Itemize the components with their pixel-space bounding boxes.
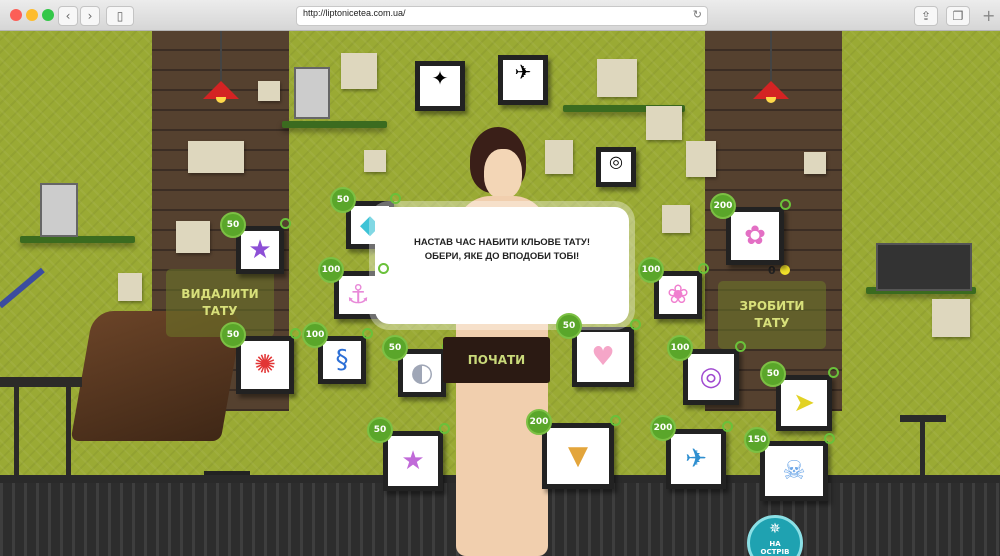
island-label-line2: ОСТРІВ [760,548,790,556]
sticky-note [258,81,280,101]
decor-frame: ✈ [498,55,548,105]
price-badge: 100 [302,322,328,348]
side-table-leg [920,421,925,481]
frame-marker-dot [362,328,373,339]
character-head [484,149,522,199]
new-tab-icon[interactable]: + [982,6,995,25]
sticky-note [341,53,377,89]
address-bar[interactable]: http://liptonicetea.com.ua/ ↻ [296,6,708,26]
tattoo-crab[interactable]: ✺ [236,336,294,394]
dialog-line2: ОБЕРИ, ЯКЕ ДО ВПОДОБИ ТОБІ! [424,251,580,262]
decor-frame: ◎ [596,147,636,187]
tattoo-shell[interactable]: ◐ [398,349,446,397]
to-island-button[interactable]: ✵ НА ОСТРІВ [747,515,803,556]
remove-label-line2: ТАТУ [202,304,238,318]
price-badge: 50 [382,335,408,361]
forward-icon[interactable]: › [80,6,100,26]
price-badge: 100 [638,257,664,283]
stereo-icon [876,243,972,291]
frame-marker-dot [439,423,450,434]
coin-icon [780,265,790,275]
island-label-line1: НА [769,540,781,548]
make-label-line2: ТАТУ [754,316,790,330]
tattoo-star-blue[interactable]: ★ [236,226,284,274]
price-badge: 200 [526,409,552,435]
zoom-window-button[interactable] [42,9,54,21]
frame-marker-dot [735,341,746,352]
desk-leg [66,387,71,477]
tattoo-heart-banner[interactable]: ♥ [572,327,634,387]
frame-marker-dot [630,319,641,330]
tattoo-studio-scene: ✦ ✈ ◎ ВИДАЛИТИ ТАТУ ЗРОБИТИ ТАТУ 0 ★ 50 ◆ 50 ⚓… [0,31,1000,556]
sticky-note [188,141,244,173]
frame-marker-dot [722,421,733,432]
sticky-note [364,150,386,172]
intro-dialog: НАСТАВ ЧАС НАБИТИ КЛЬОВЕ ТАТУ! ОБЕРИ, ЯК… [375,207,629,324]
price-badge: 50 [330,187,356,213]
speaker-icon [40,183,78,237]
minimize-window-button[interactable] [26,9,38,21]
desk-lamp [0,267,45,309]
sticky-note [804,152,826,174]
frame-marker-dot [610,415,621,426]
back-icon[interactable]: ‹ [58,6,78,26]
frame-marker-dot [828,367,839,378]
coin-counter: 0 [768,264,776,277]
tattoo-lollipop[interactable]: ◎ [683,349,739,405]
frame-marker-dot [824,433,835,444]
frame-marker-dot [378,263,389,274]
decor-frame: ✦ [415,61,465,111]
tattoo-rose[interactable]: ✿ [726,207,784,265]
price-badge: 200 [650,415,676,441]
price-badge: 200 [710,193,736,219]
price-badge: 150 [744,427,770,453]
price-badge: 100 [318,257,344,283]
price-badge: 50 [556,313,582,339]
desk-top [0,377,82,387]
tattoo-flowers[interactable]: ❀ [654,271,702,319]
frame-marker-dot [290,328,301,339]
make-tattoo-button[interactable]: ЗРОБИТИ ТАТУ [718,281,826,349]
tattoo-swallow[interactable]: ✈ [666,429,726,489]
tattoo-skull[interactable]: ☠ [760,441,828,501]
frame-marker-dot [280,218,291,229]
sticky-note [545,140,573,174]
tabs-icon[interactable]: ❐ [946,6,970,26]
frame-marker-dot [698,263,709,274]
frame-marker-dot [390,193,401,204]
shelf [20,236,135,243]
make-label-line1: ЗРОБИТИ [739,299,805,313]
shelf [282,121,387,128]
dialog-line1: НАСТАВ ЧАС НАБИТИ КЛЬОВЕ ТАТУ! [414,237,590,248]
browser-toolbar: ‹ › ▯ http://liptonicetea.com.ua/ ↻ ⇪ ❐ … [0,0,1000,31]
sidebar-icon[interactable]: ▯ [106,6,134,26]
desk-leg [14,387,19,477]
sticky-note [662,205,690,233]
tattoo-starfish[interactable]: ★ [383,431,443,491]
remove-label-line1: ВИДАЛИТИ [181,287,259,301]
price-badge: 50 [220,212,246,238]
sticky-note [686,141,716,177]
remove-tattoo-button[interactable]: ВИДАЛИТИ ТАТУ [166,269,274,337]
sticky-note [646,106,682,140]
price-badge: 100 [667,335,693,361]
sticky-note [176,221,210,253]
speaker-icon [294,67,330,119]
tattoo-fish[interactable]: ➤ [776,375,832,431]
start-button[interactable]: ПОЧАТИ [443,337,550,383]
frame-marker-dot [780,199,791,210]
reload-icon[interactable]: ↻ [693,8,702,21]
close-window-button[interactable] [10,9,22,21]
price-badge: 50 [220,322,246,348]
sticky-note [932,299,970,337]
share-icon[interactable]: ⇪ [914,6,938,26]
tattoo-ice-cream[interactable]: ▼ [542,423,614,489]
palm-icon: ✵ [769,521,781,537]
price-badge: 50 [760,361,786,387]
price-badge: 50 [367,417,393,443]
url-text: http://liptonicetea.com.ua/ [303,8,406,18]
sticky-note [597,59,637,97]
tattoo-seahorse[interactable]: § [318,336,366,384]
sticky-note [118,273,142,301]
